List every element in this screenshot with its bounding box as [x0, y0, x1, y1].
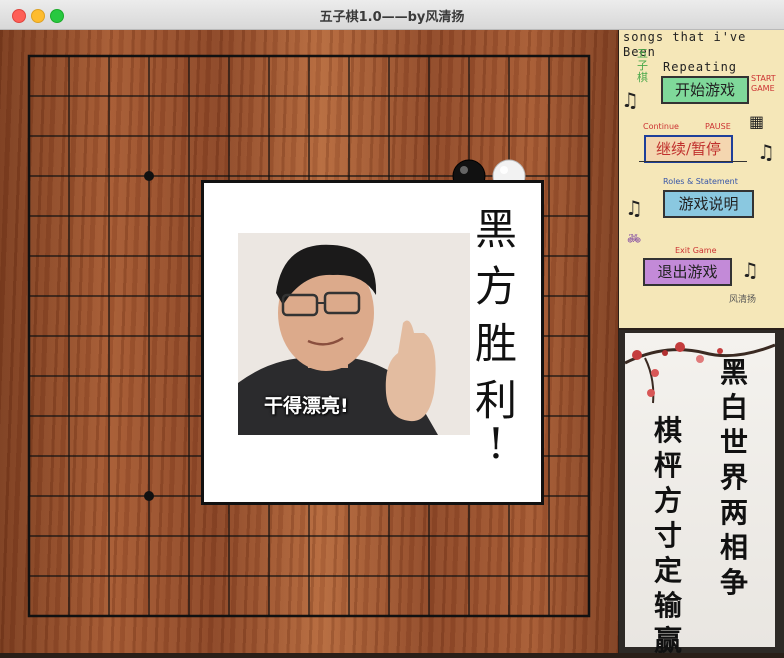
game-rules-button[interactable]: 游戏说明	[663, 190, 754, 218]
stone-highlight	[500, 166, 508, 174]
music-note-icon: ♫	[625, 196, 643, 220]
game-menu-panel: songs that i've Been Repeating 五子棋 ♫ 开始游…	[619, 30, 784, 328]
poem-char: 白	[719, 391, 748, 424]
verdict-char: 方	[474, 262, 517, 311]
poem-char: 两	[719, 496, 748, 529]
poem-char: 定	[653, 554, 682, 587]
menu-signature: 风清扬	[729, 295, 757, 305]
start-note: START GAME	[751, 74, 776, 93]
poem-char: 输	[653, 589, 682, 622]
poem-left-column: 棋 枰 方 寸 定 输 赢	[651, 413, 685, 658]
grid-doodle-icon: ▦	[749, 112, 765, 131]
verdict-char: !	[487, 419, 505, 468]
star-point	[144, 171, 154, 181]
exit-game-button[interactable]: 退出游戏	[643, 258, 732, 286]
bike-doodle-icon: 🚲︎	[627, 232, 641, 245]
meme-caption: 干得漂亮!	[264, 395, 349, 417]
star-point	[144, 491, 154, 501]
title-bar: 五子棋1.0——by风清扬	[0, 0, 784, 30]
help-note: Roles & Statement	[663, 177, 738, 186]
poem-char: 世	[719, 426, 748, 459]
poem-char: 黑	[719, 356, 748, 389]
underline	[639, 161, 747, 162]
poem-char: 界	[719, 461, 748, 494]
continue-note: Continue	[643, 122, 679, 131]
poem-scroll: 黑 白 世 界 两 相 争 棋 枰 方 寸 定 输 赢	[619, 330, 784, 657]
pause-note: PAUSE	[705, 122, 731, 131]
continue-pause-button[interactable]: 继续/暂停	[644, 135, 733, 163]
start-game-button[interactable]: 开始游戏	[661, 76, 749, 104]
music-note-icon: ♫	[621, 88, 639, 112]
winner-verdict: 黑 方 胜 利 !	[466, 201, 526, 468]
poem-char: 枰	[653, 449, 682, 482]
music-note-icon: ♫	[757, 140, 775, 164]
poem-char: 相	[719, 531, 748, 564]
menu-logo: 五子棋	[637, 47, 648, 84]
music-note-icon: ♫	[741, 258, 759, 282]
verdict-char: 胜	[474, 319, 517, 368]
verdict-char: 黑	[474, 205, 517, 254]
stone-highlight	[460, 166, 468, 174]
poem-char: 争	[719, 566, 748, 599]
exit-note: Exit Game	[675, 246, 717, 255]
poem-char: 寸	[653, 519, 682, 552]
poem-scroll-paper: 黑 白 世 界 两 相 争 棋 枰 方 寸 定 输 赢	[625, 333, 775, 657]
window-title: 五子棋1.0——by风清扬	[319, 10, 465, 25]
poem-char: 棋	[653, 414, 682, 447]
poem-char: 方	[653, 484, 682, 517]
poem-right-column: 黑 白 世 界 两 相 争	[717, 355, 751, 600]
plum-blossom-painting	[625, 342, 775, 404]
result-popup: 干得漂亮! 黑 方 胜 利 !	[201, 180, 544, 505]
